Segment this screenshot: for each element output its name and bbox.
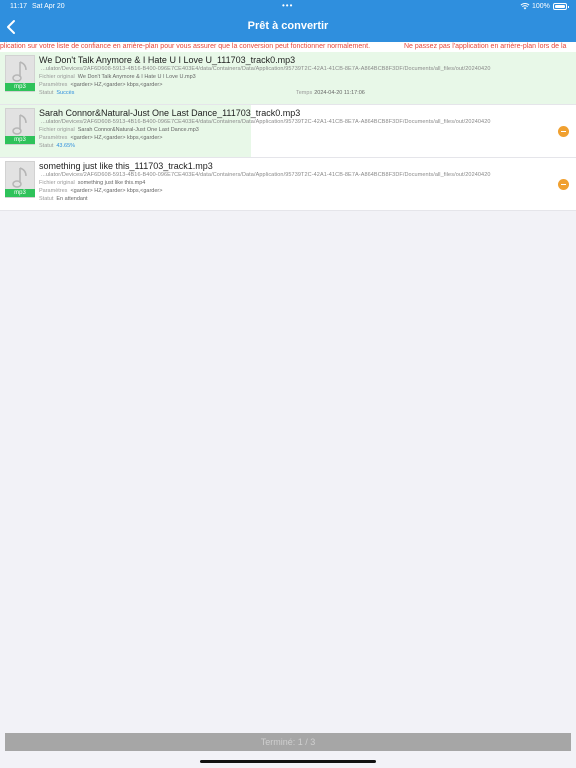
status-line: Statut En attendant <box>39 196 88 202</box>
original-file-name: We Don't Talk Anymore & I Hate U I Love … <box>77 74 196 80</box>
params-value: <garder> HZ,<garder> kbps,<garder> <box>70 135 163 141</box>
output-file-name: We Don't Talk Anymore & I Hate U I Love … <box>39 55 296 65</box>
status-date: Sat Apr 20 <box>32 3 65 10</box>
top-bar: 11:17 Sat Apr 20 ••• 100% Prêt à convert… <box>0 0 576 42</box>
params-line: Paramètres <garder> HZ,<garder> kbps,<gar… <box>39 135 162 141</box>
format-badge: mp3 <box>5 136 35 144</box>
output-file-name: Sarah Connor&Natural-Just One Last Dance… <box>39 108 301 118</box>
original-label: Fichier original <box>39 127 75 133</box>
params-value: <garder> HZ,<garder> kbps,<garder> <box>70 188 163 194</box>
status-line: Statut Succès <box>39 90 74 96</box>
warning-marquee: plication sur votre liste de confiance e… <box>0 42 576 52</box>
original-file-name: something just like this.mp4 <box>77 180 146 186</box>
conversion-list: mp3 We Don't Talk Anymore & I Hate U I L… <box>0 52 576 211</box>
output-path: ...ulator/Devices/2AF6D608-5913-4B16-B40… <box>41 172 491 178</box>
done-counter-button[interactable]: Terminé: 1 / 3 <box>5 733 571 751</box>
status-value: 43.65% <box>56 143 76 149</box>
multitask-dots[interactable]: ••• <box>282 1 293 10</box>
battery-icon <box>553 3 569 10</box>
status-bar: 11:17 Sat Apr 20 ••• 100% <box>0 0 576 14</box>
status-label: Statut <box>39 196 54 202</box>
status-label: Statut <box>39 143 54 149</box>
status-time: 11:17 <box>10 3 27 10</box>
output-path: ...ulator/Devices/2AF6D608-5913-4B16-B40… <box>41 119 491 125</box>
time-value: 2024-04-20 11:17:06 <box>314 90 365 96</box>
params-label: Paramètres <box>39 188 68 194</box>
format-badge: mp3 <box>5 189 35 197</box>
warning-text-left: plication sur votre liste de confiance e… <box>0 43 371 50</box>
time-label: Temps <box>296 90 313 96</box>
params-line: Paramètres <garder> HZ,<garder> kbps,<gar… <box>39 82 162 88</box>
app: 11:17 Sat Apr 20 ••• 100% Prêt à convert… <box>0 0 576 768</box>
status-value: Succès <box>56 90 75 96</box>
page-title: Prêt à convertir <box>247 20 329 32</box>
params-line: Paramètres <garder> HZ,<garder> kbps,<gar… <box>39 188 162 194</box>
wifi-icon <box>520 3 530 10</box>
original-file-line: Fichier original We Don't Talk Anymore & … <box>39 74 196 80</box>
output-file-name: something just like this_111703_track1.m… <box>39 161 213 171</box>
status-label: Statut <box>39 90 54 96</box>
params-value: <garder> HZ,<garder> kbps,<garder> <box>70 82 163 88</box>
original-file-line: Fichier original something just like this… <box>39 180 145 186</box>
status-value: En attendant <box>56 196 88 202</box>
list-item[interactable]: mp3 We Don't Talk Anymore & I Hate U I L… <box>0 52 576 105</box>
home-indicator <box>200 760 376 763</box>
remove-button[interactable] <box>558 126 569 137</box>
params-label: Paramètres <box>39 82 68 88</box>
original-label: Fichier original <box>39 74 75 80</box>
original-file-line: Fichier original Sarah Connor&Natural-Jus… <box>39 127 199 133</box>
output-path: ...ulator/Devices/2AF6D608-5913-4B16-B40… <box>41 66 491 72</box>
params-label: Paramètres <box>39 135 68 141</box>
list-item[interactable]: mp3 Sarah Connor&Natural-Just One Last D… <box>0 105 576 158</box>
battery-percent: 100% <box>532 3 550 10</box>
list-item[interactable]: mp3 something just like this_111703_trac… <box>0 158 576 211</box>
remove-button[interactable] <box>558 179 569 190</box>
format-badge: mp3 <box>5 83 35 91</box>
original-label: Fichier original <box>39 180 75 186</box>
original-file-name: Sarah Connor&Natural-Just One Last Dance… <box>77 127 199 133</box>
time-line: Temps 2024-04-20 11:17:06 <box>296 90 365 96</box>
status-line: Statut 43.65% <box>39 143 75 149</box>
warning-text-right: Ne passez pas l'application en arrière-p… <box>404 43 567 50</box>
